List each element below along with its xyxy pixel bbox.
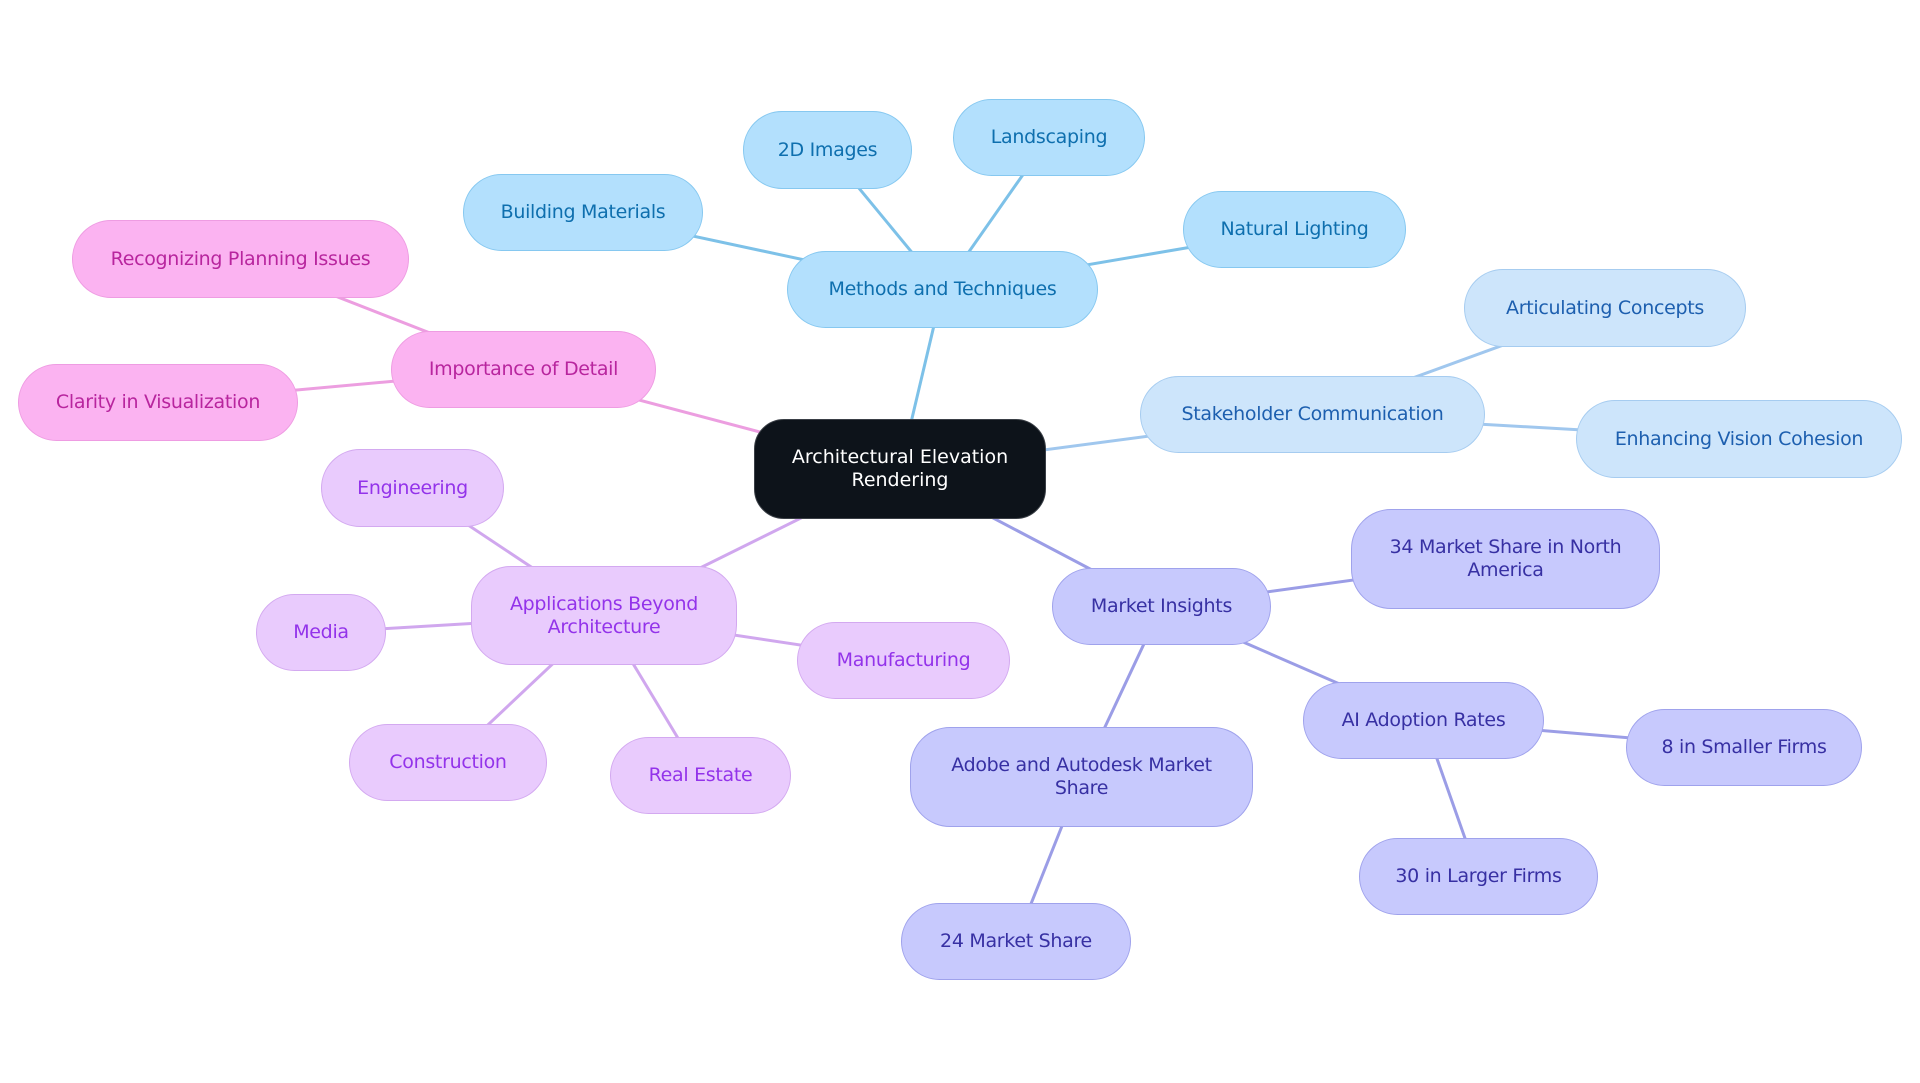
node-label: AI Adoption Rates <box>1341 709 1506 731</box>
node-clarity[interactable]: Clarity in Visualization <box>18 364 298 441</box>
node-label: Landscaping <box>990 126 1108 148</box>
node-ai-adoption[interactable]: AI Adoption Rates <box>1303 682 1544 759</box>
node-label: Applications Beyond Architecture <box>509 592 699 638</box>
node-real-estate[interactable]: Real Estate <box>610 737 791 814</box>
node-label: Building Materials <box>500 201 666 223</box>
node-label: Adobe and Autodesk Market Share <box>951 754 1212 799</box>
node-na-share[interactable]: 34 Market Share in North America <box>1351 509 1660 609</box>
node-manufacturing[interactable]: Manufacturing <box>797 622 1010 699</box>
node-construction[interactable]: Construction <box>349 724 547 801</box>
node-engineering[interactable]: Engineering <box>321 449 504 527</box>
node-label: Manufacturing <box>836 649 971 671</box>
mind-map: Architectural Elevation Rendering Methods… <box>0 0 1920 1083</box>
node-market[interactable]: Market Insights <box>1052 568 1271 645</box>
node-label: Market Insights <box>1090 595 1233 617</box>
node-2d-images[interactable]: 2D Images <box>743 111 912 189</box>
node-enhancing[interactable]: Enhancing Vision Cohesion <box>1576 400 1902 478</box>
node-label: Enhancing Vision Cohesion <box>1614 427 1864 450</box>
node-importance[interactable]: Importance of Detail <box>391 331 656 408</box>
node-label: Engineering <box>357 476 468 499</box>
node-smaller-firms[interactable]: 8 in Smaller Firms <box>1626 709 1862 786</box>
node-label: Recognizing Planning Issues <box>110 247 371 270</box>
node-stakeholder[interactable]: Stakeholder Communication <box>1140 376 1485 453</box>
node-adobe-autodesk[interactable]: Adobe and Autodesk Market Share <box>910 727 1253 827</box>
node-methods[interactable]: Methods and Techniques <box>787 251 1098 328</box>
node-label: Real Estate <box>648 764 753 786</box>
node-label: 30 in Larger Firms <box>1395 865 1562 887</box>
node-label: 34 Market Share in North America <box>1389 536 1622 581</box>
node-24-share[interactable]: 24 Market Share <box>901 903 1131 980</box>
node-label: Stakeholder Communication <box>1181 403 1444 425</box>
node-media[interactable]: Media <box>256 594 386 671</box>
node-label: 2D Images <box>777 138 878 161</box>
node-applications[interactable]: Applications Beyond Architecture <box>471 566 737 665</box>
node-planning-issues[interactable]: Recognizing Planning Issues <box>72 220 409 298</box>
node-label: Importance of Detail <box>428 358 619 380</box>
node-label: Methods and Techniques <box>828 278 1057 300</box>
node-larger-firms[interactable]: 30 in Larger Firms <box>1359 838 1598 915</box>
node-label: Articulating Concepts <box>1506 296 1704 319</box>
node-building-materials[interactable]: Building Materials <box>463 174 703 251</box>
node-natural-lighting[interactable]: Natural Lighting <box>1183 191 1406 268</box>
node-label: Architectural Elevation Rendering <box>791 446 1009 491</box>
central-topic-node[interactable]: Architectural Elevation Rendering <box>754 419 1046 519</box>
node-label: Clarity in Visualization <box>55 391 261 413</box>
node-label: 24 Market Share <box>940 930 1092 952</box>
node-articulating[interactable]: Articulating Concepts <box>1464 269 1746 347</box>
node-label: Media <box>293 621 349 643</box>
node-label: Natural Lighting <box>1220 218 1369 240</box>
node-landscaping[interactable]: Landscaping <box>953 99 1145 176</box>
node-label: 8 in Smaller Firms <box>1661 736 1827 758</box>
node-label: Construction <box>389 751 507 773</box>
